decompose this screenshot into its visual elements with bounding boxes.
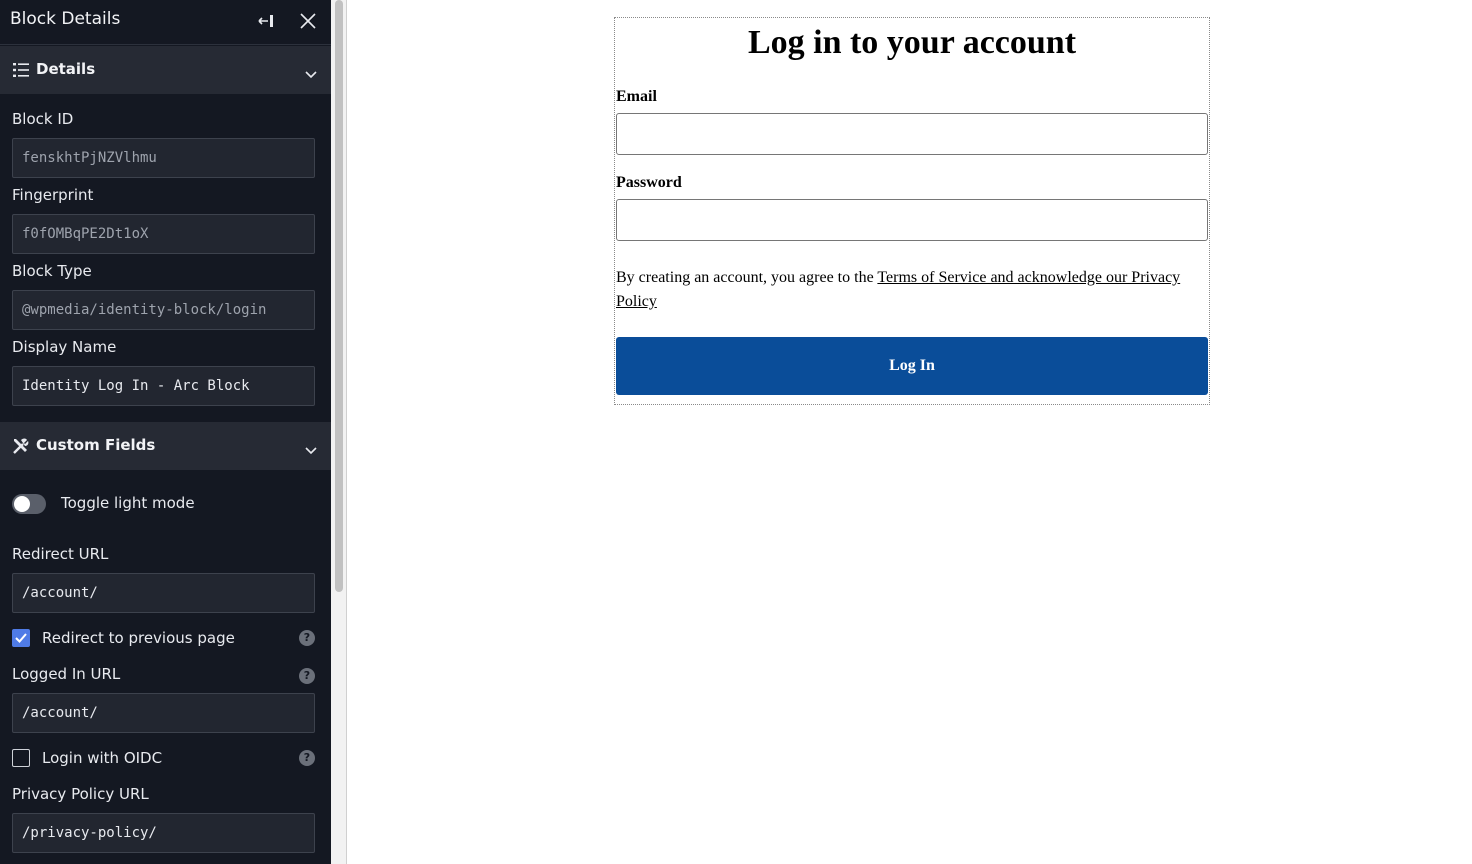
email-label: Email <box>616 88 657 105</box>
panel-title: Block Details <box>10 9 121 29</box>
logged-in-url-label: Logged In URL <box>12 665 121 683</box>
custom-fields-section-title: Custom Fields <box>36 436 156 454</box>
fingerprint-field[interactable] <box>12 214 315 254</box>
custom-fields-section-header[interactable]: Custom Fields <box>0 422 331 470</box>
login-title: Log in to your account <box>747 24 1077 61</box>
light-mode-toggle[interactable] <box>12 494 46 514</box>
legal-text: By creating an account, you agree to the… <box>616 266 1206 314</box>
close-icon <box>300 13 316 29</box>
help-icon[interactable]: ? <box>299 630 315 646</box>
help-icon[interactable]: ? <box>299 750 315 766</box>
legal-prefix: By creating an account, you agree to the <box>616 269 878 286</box>
email-field[interactable] <box>616 113 1208 155</box>
light-mode-toggle-label: Toggle light mode <box>61 494 195 512</box>
sidebar-scrollbar-thumb[interactable] <box>335 0 343 592</box>
block-type-label: Block Type <box>12 262 92 280</box>
block-details-panel: Block Details Details Block ID fenskhtPj… <box>0 0 331 864</box>
collapse-panel-button[interactable] <box>254 8 280 34</box>
redirect-previous-checkbox[interactable] <box>12 629 30 647</box>
display-name-label: Display Name <box>12 338 117 356</box>
redirect-previous-label: Redirect to previous page <box>42 629 235 647</box>
details-section-title: Details <box>36 60 96 78</box>
login-block-preview[interactable]: Log in to your account Email Password By… <box>614 17 1210 405</box>
tools-icon <box>12 437 30 455</box>
login-oidc-checkbox[interactable] <box>12 749 30 767</box>
login-button[interactable]: Log In <box>616 337 1208 395</box>
block-type-field[interactable] <box>12 290 315 330</box>
list-icon <box>12 61 30 79</box>
chevron-down-icon <box>305 440 317 459</box>
password-field[interactable] <box>616 199 1208 241</box>
fingerprint-label: Fingerprint <box>12 186 94 204</box>
close-button[interactable] <box>295 8 321 34</box>
redirect-url-label: Redirect URL <box>12 545 109 563</box>
logged-in-url-field[interactable] <box>12 693 315 733</box>
sidebar-scrollbar[interactable] <box>331 0 347 864</box>
toggle-knob <box>14 496 30 512</box>
privacy-policy-url-label: Privacy Policy URL <box>12 785 149 803</box>
privacy-policy-url-field[interactable] <box>12 813 315 853</box>
block-id-label: Block ID <box>12 110 74 128</box>
display-name-field[interactable] <box>12 366 315 406</box>
login-oidc-label: Login with OIDC <box>42 749 163 767</box>
password-label: Password <box>616 174 682 191</box>
collapse-panel-icon <box>258 13 276 29</box>
panel-header: Block Details <box>0 0 331 45</box>
block-id-field[interactable] <box>12 138 315 178</box>
details-section-header[interactable]: Details <box>0 46 331 94</box>
chevron-down-icon <box>305 64 317 83</box>
help-icon[interactable]: ? <box>299 668 315 684</box>
redirect-url-field[interactable] <box>12 573 315 613</box>
